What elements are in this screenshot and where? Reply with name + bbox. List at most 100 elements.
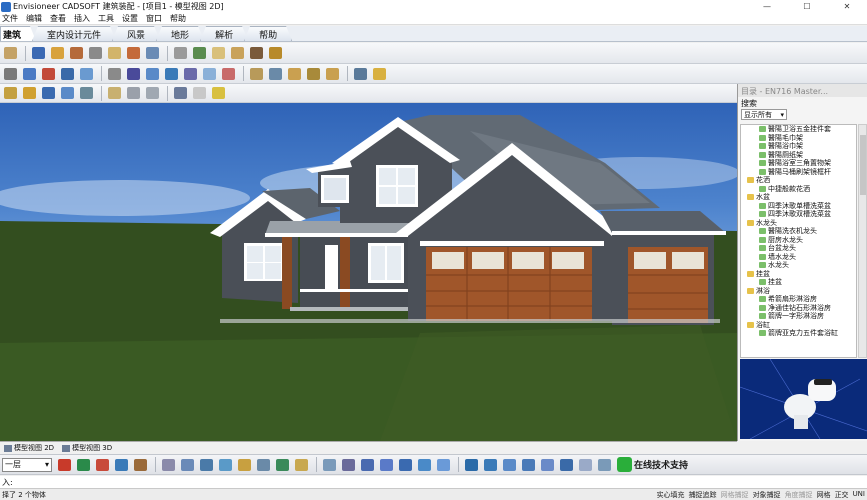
tree-item[interactable]: 台盆龙头 bbox=[741, 244, 856, 253]
tree-item[interactable]: 醫陽毛巾架 bbox=[741, 134, 856, 143]
view-tool-27-icon[interactable] bbox=[577, 457, 594, 473]
tb-row2-tool-9-icon[interactable] bbox=[163, 66, 180, 82]
catalog-scroll-thumb[interactable] bbox=[860, 135, 866, 195]
view-tool-19-icon[interactable] bbox=[416, 457, 433, 473]
status-toggle[interactable]: 角度捕捉 bbox=[783, 490, 815, 500]
view-tool-5-icon[interactable] bbox=[132, 457, 149, 473]
tab-landscape[interactable]: 风景 bbox=[112, 26, 160, 41]
view-tool-16-icon[interactable] bbox=[359, 457, 376, 473]
tb-row2-tool-5-icon[interactable] bbox=[78, 66, 95, 82]
view-tool-7-icon[interactable] bbox=[179, 457, 196, 473]
tb-row3-tool-8-icon[interactable] bbox=[144, 85, 161, 101]
view-tool-2-icon[interactable] bbox=[75, 457, 92, 473]
tb-row2-tool-17-icon[interactable] bbox=[324, 66, 341, 82]
tb-row3-tool-1-icon[interactable] bbox=[2, 85, 19, 101]
tab-terrain[interactable]: 地形 bbox=[156, 26, 204, 41]
tb-row1-tool-9-icon[interactable] bbox=[172, 45, 189, 61]
tree-item[interactable]: 四季沐歌双槽洗菜盆 bbox=[741, 210, 856, 219]
view-tool-25-icon[interactable] bbox=[539, 457, 556, 473]
model-viewport[interactable] bbox=[0, 103, 737, 441]
tb-row1-tool-7-icon[interactable] bbox=[125, 45, 142, 61]
catalog-search-label[interactable]: 搜索 bbox=[738, 97, 867, 108]
tab-model-view-3d[interactable]: 模型视图 3D bbox=[58, 443, 116, 453]
tree-item[interactable]: 醫陽马桶刷架镜框杆 bbox=[741, 168, 856, 177]
tb-row2-tool-14-icon[interactable] bbox=[267, 66, 284, 82]
view-tool-17-icon[interactable] bbox=[378, 457, 395, 473]
tree-folder[interactable]: 花洒 bbox=[741, 176, 856, 185]
status-toggle[interactable]: 实心填充 bbox=[655, 490, 687, 500]
view-tool-8-icon[interactable] bbox=[198, 457, 215, 473]
tb-row2-tool-16-icon[interactable] bbox=[305, 66, 322, 82]
tab-help[interactable]: 帮助 bbox=[244, 26, 292, 41]
menu-view[interactable]: 查看 bbox=[46, 13, 70, 24]
tb-row2-tool-18-icon[interactable] bbox=[352, 66, 369, 82]
view-tool-3-icon[interactable] bbox=[94, 457, 111, 473]
tb-row2-tool-10-icon[interactable] bbox=[182, 66, 199, 82]
tb-row2-tool-6-icon[interactable] bbox=[106, 66, 123, 82]
view-tool-24-icon[interactable] bbox=[520, 457, 537, 473]
view-tool-4-icon[interactable] bbox=[113, 457, 130, 473]
menu-help[interactable]: 帮助 bbox=[166, 13, 190, 24]
tb-row3-tool-11-icon[interactable] bbox=[210, 85, 227, 101]
tb-row1-tool-2-icon[interactable] bbox=[30, 45, 47, 61]
tb-row2-tool-13-icon[interactable] bbox=[248, 66, 265, 82]
tree-item[interactable]: 箭牌一字形淋浴房 bbox=[741, 312, 856, 321]
status-toggle[interactable]: UNI bbox=[851, 490, 867, 500]
view-tool-26-icon[interactable] bbox=[558, 457, 575, 473]
view-tool-20-icon[interactable] bbox=[435, 457, 452, 473]
tb-row1-tool-4-icon[interactable] bbox=[68, 45, 85, 61]
catalog-tree[interactable]: 醫陽卫浴五金挂件套 醫陽毛巾架 醫陽浴巾架 醫陽厕纸架 醫陽浴室三角置物架 醫陽马桶刷架镜… bbox=[740, 124, 857, 358]
tree-item[interactable]: 醫陽厕纸架 bbox=[741, 151, 856, 160]
tb-row3-tool-5-icon[interactable] bbox=[78, 85, 95, 101]
menu-edit[interactable]: 编辑 bbox=[22, 13, 46, 24]
minimize-button[interactable]: — bbox=[747, 2, 787, 11]
tb-row2-tool-19-icon[interactable] bbox=[371, 66, 388, 82]
command-line[interactable]: 入: bbox=[0, 476, 867, 488]
view-tool-9-icon[interactable] bbox=[217, 457, 234, 473]
tb-row3-tool-9-icon[interactable] bbox=[172, 85, 189, 101]
tb-row1-tool-14-icon[interactable] bbox=[267, 45, 284, 61]
status-toggle[interactable]: 网格 bbox=[815, 490, 833, 500]
tree-item[interactable]: 墙水龙头 bbox=[741, 253, 856, 262]
close-button[interactable]: ✕ bbox=[827, 2, 867, 11]
tree-item[interactable]: 四季沐歌单槽洗菜盆 bbox=[741, 202, 856, 211]
tree-item[interactable]: 希箭扇形淋浴房 bbox=[741, 295, 856, 304]
tb-row1-tool-6-icon[interactable] bbox=[106, 45, 123, 61]
tab-model-view-2d[interactable]: 模型视图 2D bbox=[0, 443, 58, 453]
menu-insert[interactable]: 插入 bbox=[70, 13, 94, 24]
view-tool-1-icon[interactable] bbox=[56, 457, 73, 473]
tb-row3-tool-7-icon[interactable] bbox=[125, 85, 142, 101]
status-toggle[interactable]: 捕捉追踪 bbox=[687, 490, 719, 500]
status-toggle[interactable]: 正交 bbox=[833, 490, 851, 500]
view-tool-21-icon[interactable] bbox=[463, 457, 480, 473]
tb-row3-tool-6-icon[interactable] bbox=[106, 85, 123, 101]
tab-interior-design[interactable]: 室内设计元件 bbox=[32, 26, 116, 41]
tb-row1-tool-8-icon[interactable] bbox=[144, 45, 161, 61]
tb-row1-tool-1-icon[interactable] bbox=[2, 45, 19, 61]
tb-row2-tool-2-icon[interactable] bbox=[21, 66, 38, 82]
tb-row1-tool-11-icon[interactable] bbox=[210, 45, 227, 61]
tb-row3-tool-10-icon[interactable] bbox=[191, 85, 208, 101]
view-tool-12-icon[interactable] bbox=[274, 457, 291, 473]
status-toggle[interactable]: 对象捕捉 bbox=[751, 490, 783, 500]
tree-folder[interactable]: 浴缸 bbox=[741, 321, 856, 330]
view-tool-14-icon[interactable] bbox=[321, 457, 338, 473]
tb-row2-tool-12-icon[interactable] bbox=[220, 66, 237, 82]
tree-item[interactable]: 挂盆 bbox=[741, 278, 856, 287]
tb-row2-tool-4-icon[interactable] bbox=[59, 66, 76, 82]
view-tool-18-icon[interactable] bbox=[397, 457, 414, 473]
tree-item[interactable]: 醫陽洗衣机龙头 bbox=[741, 227, 856, 236]
tb-row3-tool-2-icon[interactable] bbox=[21, 85, 38, 101]
tree-item[interactable]: 净通佳钻石形淋浴房 bbox=[741, 304, 856, 313]
menu-window[interactable]: 窗口 bbox=[142, 13, 166, 24]
tb-row2-tool-15-icon[interactable] bbox=[286, 66, 303, 82]
tree-item[interactable]: 水龙头 bbox=[741, 261, 856, 270]
online-support-button[interactable]: 在线技术支持 bbox=[617, 457, 688, 472]
tb-row1-tool-13-icon[interactable] bbox=[248, 45, 265, 61]
maximize-button[interactable]: ☐ bbox=[787, 2, 827, 11]
view-tool-22-icon[interactable] bbox=[482, 457, 499, 473]
tree-folder[interactable]: 淋浴 bbox=[741, 287, 856, 296]
view-tool-11-icon[interactable] bbox=[255, 457, 272, 473]
tb-row3-tool-4-icon[interactable] bbox=[59, 85, 76, 101]
tb-row2-tool-1-icon[interactable] bbox=[2, 66, 19, 82]
